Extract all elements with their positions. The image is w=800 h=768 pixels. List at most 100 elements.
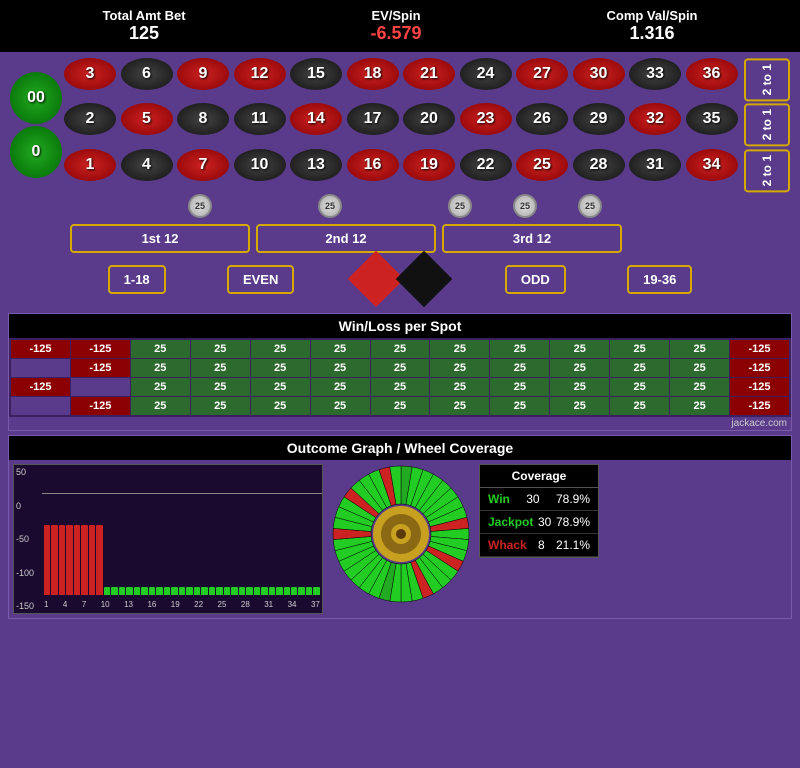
side-bet-bot[interactable]: 2 to 1 <box>744 149 790 192</box>
number-2[interactable]: 2 <box>64 103 116 135</box>
number-11[interactable]: 11 <box>234 103 286 135</box>
wl-cell-3-2: 25 <box>131 397 190 415</box>
dozen-row: 1st 12 2nd 12 3rd 12 <box>70 224 730 253</box>
side-bets: 2 to 1 2 to 1 2 to 1 <box>744 58 790 192</box>
number-19[interactable]: 19 <box>403 149 455 181</box>
wl-cell-1-9: 25 <box>550 359 609 377</box>
bar-13 <box>141 587 147 595</box>
number-36[interactable]: 36 <box>686 58 738 90</box>
number-30[interactable]: 30 <box>573 58 625 90</box>
number-22[interactable]: 22 <box>460 149 512 181</box>
number-9[interactable]: 9 <box>177 58 229 90</box>
wl-cell-3-5: 25 <box>311 397 370 415</box>
winloss-grid: -125-12525252525252525252525-125-1252525… <box>9 338 791 417</box>
chips-row: 25 25 25 25 25 <box>70 194 730 220</box>
black-diamond[interactable] <box>395 251 452 308</box>
jackpot-count: 30 <box>538 515 551 529</box>
zero-column: 00 0 <box>10 58 62 192</box>
bar-6 <box>89 525 95 595</box>
wl-cell-1-1: -125 <box>71 359 130 377</box>
side-bet-mid[interactable]: 2 to 1 <box>744 103 790 146</box>
number-20[interactable]: 20 <box>403 103 455 135</box>
number-grid: 3691215182124273033362581114172023262932… <box>64 58 740 192</box>
chip-4[interactable]: 25 <box>513 194 537 218</box>
bar-31 <box>276 587 282 595</box>
number-23[interactable]: 23 <box>460 103 512 135</box>
roulette-table-area: 00 0 36912151821242730333625811141720232… <box>0 52 800 309</box>
number-35[interactable]: 35 <box>686 103 738 135</box>
x-31: 31 <box>264 600 273 609</box>
single-zero[interactable]: 0 <box>10 126 62 178</box>
number-25[interactable]: 25 <box>516 149 568 181</box>
number-14[interactable]: 14 <box>290 103 342 135</box>
number-29[interactable]: 29 <box>573 103 625 135</box>
number-16[interactable]: 16 <box>347 149 399 181</box>
bar-28 <box>254 587 260 595</box>
bar-33 <box>291 587 297 595</box>
bar-19 <box>186 587 192 595</box>
number-4[interactable]: 4 <box>121 149 173 181</box>
bar-25 <box>231 587 237 595</box>
number-32[interactable]: 32 <box>629 103 681 135</box>
bar-4 <box>74 525 80 595</box>
win-label: Win <box>488 492 510 506</box>
number-31[interactable]: 31 <box>629 149 681 181</box>
chip-2[interactable]: 25 <box>318 194 342 218</box>
number-33[interactable]: 33 <box>629 58 681 90</box>
total-amt-section: Total Amt Bet 125 <box>102 8 185 44</box>
third-dozen[interactable]: 3rd 12 <box>442 224 622 253</box>
bar-8 <box>104 587 110 595</box>
bar-14 <box>149 587 155 595</box>
number-12[interactable]: 12 <box>234 58 286 90</box>
x-34: 34 <box>288 600 297 609</box>
wl-cell-2-12: -125 <box>730 378 789 396</box>
bar-26 <box>239 587 245 595</box>
bar-5 <box>81 525 87 595</box>
roulette-wheel <box>331 464 471 604</box>
winloss-title: Win/Loss per Spot <box>9 314 791 338</box>
wl-cell-0-5: 25 <box>311 340 370 358</box>
number-3[interactable]: 3 <box>64 58 116 90</box>
number-6[interactable]: 6 <box>121 58 173 90</box>
number-18[interactable]: 18 <box>347 58 399 90</box>
whack-count: 8 <box>538 538 545 552</box>
number-21[interactable]: 21 <box>403 58 455 90</box>
bottom-bets-row: 1-18 EVEN ODD 19-36 <box>70 255 730 303</box>
wl-cell-1-8: 25 <box>490 359 549 377</box>
number-15[interactable]: 15 <box>290 58 342 90</box>
wl-cell-0-10: 25 <box>610 340 669 358</box>
side-bet-top[interactable]: 2 to 1 <box>744 58 790 101</box>
chip-1[interactable]: 25 <box>188 194 212 218</box>
jackpot-pct: 78.9% <box>556 515 590 529</box>
number-5[interactable]: 5 <box>121 103 173 135</box>
wl-cell-3-1: -125 <box>71 397 130 415</box>
bar-36 <box>313 587 319 595</box>
number-7[interactable]: 7 <box>177 149 229 181</box>
wl-cell-2-0: -125 <box>11 378 70 396</box>
number-10[interactable]: 10 <box>234 149 286 181</box>
bet-19-36[interactable]: 19-36 <box>627 265 692 294</box>
wl-cell-0-2: 25 <box>131 340 190 358</box>
double-zero[interactable]: 00 <box>10 72 62 124</box>
number-26[interactable]: 26 <box>516 103 568 135</box>
chip-5[interactable]: 25 <box>578 194 602 218</box>
number-27[interactable]: 27 <box>516 58 568 90</box>
x-7: 7 <box>82 600 86 609</box>
bet-odd[interactable]: ODD <box>505 265 566 294</box>
wl-cell-1-6: 25 <box>371 359 430 377</box>
bar-1 <box>51 525 57 595</box>
number-8[interactable]: 8 <box>177 103 229 135</box>
bet-1-18[interactable]: 1-18 <box>108 265 166 294</box>
number-13[interactable]: 13 <box>290 149 342 181</box>
bet-even[interactable]: EVEN <box>227 265 294 294</box>
second-dozen[interactable]: 2nd 12 <box>256 224 436 253</box>
wl-cell-2-4: 25 <box>251 378 310 396</box>
number-17[interactable]: 17 <box>347 103 399 135</box>
first-dozen[interactable]: 1st 12 <box>70 224 250 253</box>
number-34[interactable]: 34 <box>686 149 738 181</box>
number-28[interactable]: 28 <box>573 149 625 181</box>
chip-3[interactable]: 25 <box>448 194 472 218</box>
wl-cell-3-12: -125 <box>730 397 789 415</box>
number-1[interactable]: 1 <box>64 149 116 181</box>
number-24[interactable]: 24 <box>460 58 512 90</box>
